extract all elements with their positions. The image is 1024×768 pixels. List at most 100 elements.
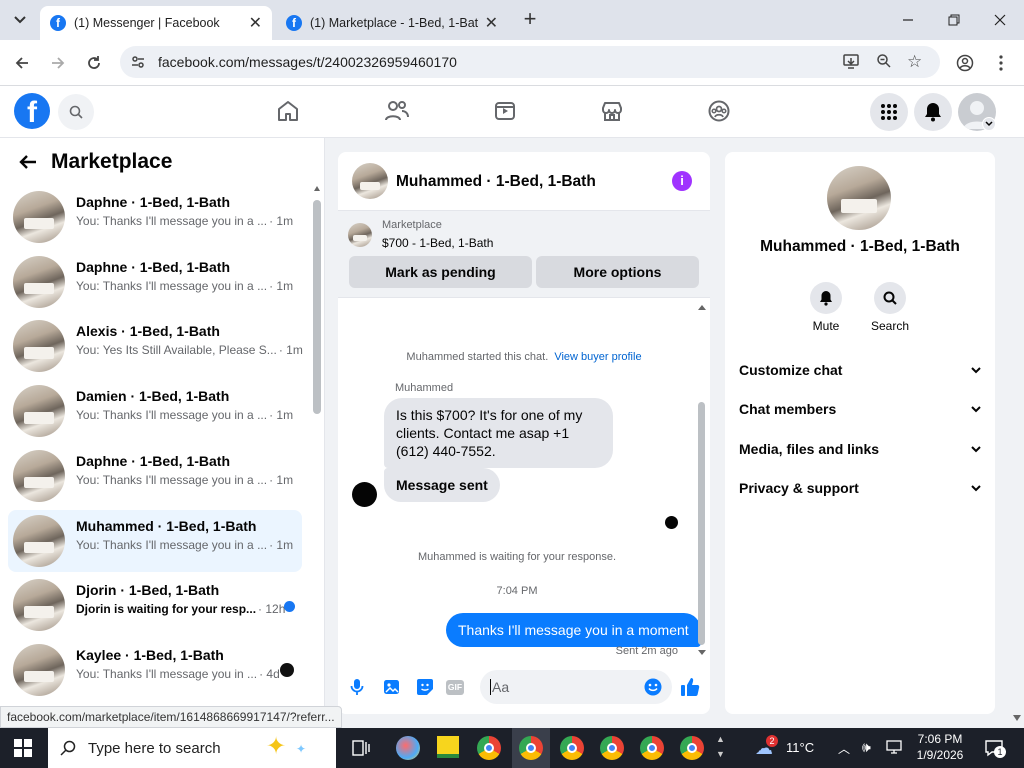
sender-avatar[interactable] — [352, 482, 377, 507]
notification-center-button[interactable]: 1 — [984, 738, 1006, 763]
chat-list-scrollbar[interactable] — [313, 186, 321, 416]
section-privacy-support[interactable]: Privacy & support — [739, 473, 981, 503]
gif-button[interactable]: GIF — [446, 680, 464, 695]
menu-button[interactable] — [870, 93, 908, 131]
more-options-button[interactable]: More options — [536, 256, 699, 288]
back-button[interactable] — [9, 50, 35, 76]
incoming-message[interactable]: Is this $700? It's for one of my clients… — [384, 398, 613, 468]
conversation-row[interactable]: Daphne · 1-Bed, 1-Bath You: Thanks I'll m… — [8, 186, 302, 248]
mute-button[interactable] — [810, 282, 842, 314]
back-arrow-button[interactable] — [18, 152, 40, 174]
nav-watch[interactable] — [493, 99, 517, 128]
sent-status: Sent 2m ago — [615, 645, 678, 657]
nav-home[interactable] — [276, 99, 300, 128]
tab-marketplace[interactable]: f (1) Marketplace - 1-Bed, 1-Bath ✕ — [276, 6, 508, 40]
sticky-notes-app-icon[interactable] — [437, 736, 459, 758]
listing-thumbnail — [13, 320, 65, 373]
preview-text: You: Thanks I'll message you in a ... — [76, 537, 268, 552]
close-window-button[interactable] — [990, 10, 1010, 30]
send-like-button[interactable] — [680, 677, 700, 702]
arrow-left-icon — [19, 155, 36, 169]
page-scroll-down-arrow[interactable] — [1013, 715, 1021, 721]
task-view-button[interactable] — [351, 738, 371, 763]
section-chat-members[interactable]: Chat members — [739, 394, 981, 424]
close-icon — [994, 14, 1006, 26]
new-tab-button[interactable]: + — [518, 8, 542, 32]
site-info-icon[interactable] — [128, 54, 148, 70]
tab-close-icon[interactable]: ✕ — [485, 13, 498, 33]
listing-thumbnail — [13, 255, 65, 308]
profile-button[interactable] — [952, 50, 978, 76]
message-scrollbar[interactable] — [697, 305, 706, 655]
contact-avatar[interactable] — [827, 166, 891, 230]
voice-clip-button[interactable] — [350, 678, 364, 701]
browser-menu-button[interactable] — [988, 50, 1014, 76]
clock[interactable]: 7:06 PM 1/9/2026 — [910, 731, 970, 763]
taskbar-search-box[interactable]: Type here to search ✦ ✦ — [48, 728, 336, 768]
nav-marketplace[interactable] — [600, 99, 624, 128]
listing-thumbnail[interactable] — [348, 223, 372, 247]
chat-header-avatar[interactable] — [352, 163, 388, 199]
conversation-row[interactable]: Djorin · 1-Bed, 1-Bath Djorin is waiting … — [8, 574, 302, 636]
conversation-row[interactable]: Damien · 1-Bed, 1-Bath You: Thanks I'll m… — [8, 380, 302, 442]
sticker-button[interactable] — [416, 678, 434, 701]
attach-photo-button[interactable] — [383, 678, 401, 701]
conversation-title: Daphne · 1-Bed, 1-Bath — [76, 258, 231, 275]
nav-friends[interactable] — [384, 99, 410, 128]
conversation-row[interactable]: Daphne · 1-Bed, 1-Bath You: Thanks I'll m… — [8, 251, 302, 313]
chrome-profile-app-icon[interactable] — [680, 736, 704, 760]
volume-icon[interactable]: 🕪 — [862, 739, 871, 756]
conversation-row[interactable]: Muhammed · 1-Bed, 1-Bath You: Thanks I'll… — [8, 509, 302, 572]
conversation-time: · 1m — [269, 408, 294, 423]
message-sent-bubble[interactable]: Message sent — [384, 468, 500, 502]
forward-button[interactable] — [45, 50, 71, 76]
install-app-icon[interactable] — [842, 52, 860, 73]
chrome-profile-app-icon[interactable] — [519, 736, 543, 760]
view-buyer-profile-link[interactable]: View buyer profile — [554, 351, 641, 363]
conversation-row[interactable]: Alexis · 1-Bed, 1-Bath You: Yes Its Still… — [8, 315, 303, 377]
groups-icon — [708, 100, 730, 122]
weather-widget[interactable]: ☁ 2 11°C — [752, 728, 822, 768]
tab-messenger[interactable]: f (1) Messenger | Facebook ✕ — [40, 6, 272, 40]
conversation-row[interactable]: Daphne · 1-Bed, 1-Bath You: Thanks I'll m… — [8, 445, 302, 507]
facebook-logo[interactable]: f — [14, 93, 50, 129]
minimize-button[interactable] — [898, 10, 918, 30]
chrome-profile-app-icon[interactable] — [640, 736, 664, 760]
paint-app-icon[interactable] — [396, 736, 420, 760]
nav-groups[interactable] — [707, 99, 731, 128]
listing-price[interactable]: $700 - 1-Bed, 1-Bath — [382, 236, 493, 250]
conversation-row[interactable]: Kaylee · 1-Bed, 1-Bath You: Thanks I'll m… — [8, 639, 302, 701]
tab-search-button[interactable] — [8, 9, 32, 31]
url-field[interactable]: facebook.com/messages/t/2400232695946017… — [120, 46, 940, 78]
chrome-app-icon[interactable] — [477, 736, 501, 760]
search-button[interactable] — [58, 94, 94, 130]
reload-button[interactable] — [81, 50, 107, 76]
conversation-preview: You: Thanks I'll message you in a ... · 1… — [76, 214, 293, 228]
chat-window: Muhammed · 1-Bed, 1-Bath i Marketplace $… — [338, 152, 710, 714]
account-chevron-icon[interactable] — [982, 117, 996, 131]
emoji-button[interactable] — [644, 678, 662, 701]
search-label: Search — [870, 319, 910, 333]
bookmark-star-icon[interactable]: ☆ — [907, 52, 922, 72]
chrome-profile-app-icon[interactable] — [600, 736, 624, 760]
search-in-chat-button[interactable] — [874, 282, 906, 314]
section-label: Media, files and links — [739, 441, 880, 457]
section-media-files-links[interactable]: Media, files and links — [739, 434, 981, 464]
show-hidden-icons-button[interactable]: ︿ — [838, 740, 850, 757]
conversation-preview: Djorin is waiting for your resp... · 12h — [76, 602, 285, 616]
zoom-icon[interactable] — [876, 53, 892, 72]
conversation-time: · 12h — [258, 602, 286, 617]
info-button[interactable]: i — [672, 171, 692, 191]
chrome-profile-app-icon[interactable] — [560, 736, 584, 760]
taskbar-overflow-arrows-icon[interactable]: ▲ ▼ — [716, 732, 725, 762]
notifications-button[interactable] — [914, 93, 952, 131]
tab-close-icon[interactable]: ✕ — [249, 13, 262, 33]
restore-button[interactable] — [944, 10, 964, 30]
section-customize-chat[interactable]: Customize chat — [739, 355, 981, 385]
start-button[interactable] — [14, 739, 34, 757]
chat-header-title[interactable]: Muhammed · 1-Bed, 1-Bath — [396, 173, 596, 191]
mark-as-pending-button[interactable]: Mark as pending — [349, 256, 532, 288]
outgoing-message[interactable]: Thanks I'll message you in a moment — [446, 613, 701, 647]
network-icon[interactable] — [886, 739, 902, 760]
message-input[interactable]: Aa — [480, 670, 672, 704]
